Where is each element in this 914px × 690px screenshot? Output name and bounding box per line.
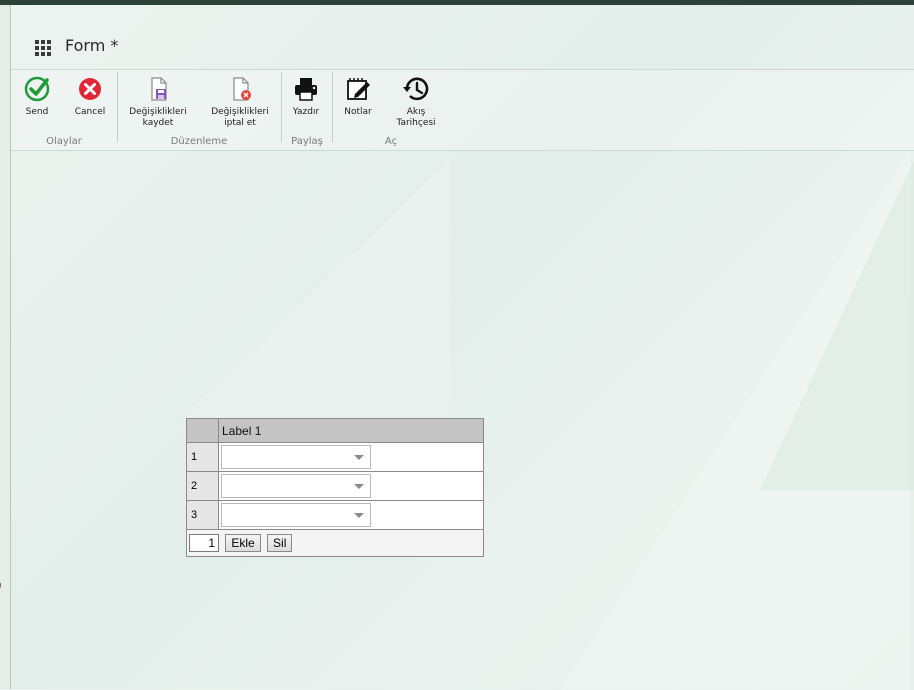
chevron-down-icon <box>354 513 364 518</box>
send-label: Send <box>25 107 49 117</box>
discard-changes-label-2: iptal et <box>224 118 256 128</box>
flow-history-label-1: Akış <box>406 107 426 117</box>
group-separator <box>332 72 333 142</box>
dropdown-select[interactable] <box>221 503 371 527</box>
app-grid-icon[interactable] <box>35 40 51 56</box>
group-label-open: Aç <box>384 136 398 147</box>
table-row: 2 <box>186 471 484 501</box>
save-file-icon <box>151 77 167 101</box>
table-footer-row: 1 Ekle Sil <box>186 529 484 557</box>
row-number: 2 <box>186 471 219 501</box>
table-header-row: Label 1 <box>186 418 484 443</box>
check-circle-icon <box>24 76 50 102</box>
column-header: Label 1 <box>218 418 484 443</box>
row-number: 1 <box>186 442 219 472</box>
table-row: 1 <box>186 442 484 472</box>
notes-label: Notlar <box>344 107 372 117</box>
repeating-table: Label 1 1 2 3 1 Ekle Sil <box>186 418 484 557</box>
background-facet <box>760 160 914 490</box>
group-label-events: Olaylar <box>46 136 82 147</box>
table-row: 3 <box>186 500 484 530</box>
print-button[interactable]: Yazdır <box>287 74 325 118</box>
chevron-down-icon <box>354 455 364 460</box>
printer-icon <box>295 78 317 101</box>
notes-icon <box>347 78 370 100</box>
row-count-input[interactable]: 1 <box>189 534 219 552</box>
discard-changes-button[interactable]: Değişiklikleri iptal et <box>207 74 273 129</box>
table-footer: 1 Ekle Sil <box>186 529 484 557</box>
dropdown-select[interactable] <box>221 474 371 498</box>
form-header: Form * <box>11 5 914 70</box>
table-cell <box>218 500 484 530</box>
flow-history-button[interactable]: Akış Tarihçesi <box>391 74 441 129</box>
add-row-button[interactable]: Ekle <box>225 534 261 552</box>
page-title: Form * <box>65 36 119 55</box>
cancel-button[interactable]: Cancel <box>69 74 111 118</box>
table-cell <box>218 442 484 472</box>
notes-button[interactable]: Notlar <box>338 74 378 118</box>
history-icon <box>403 77 429 101</box>
discard-file-icon <box>233 77 251 101</box>
save-changes-button[interactable]: Değişiklikleri kaydet <box>125 74 191 129</box>
group-label-share: Paylaş <box>291 136 323 147</box>
x-circle-icon <box>79 78 101 100</box>
discard-changes-label-1: Değişiklikleri <box>211 107 269 117</box>
table-cell <box>218 471 484 501</box>
background-facet <box>180 160 450 420</box>
cancel-label: Cancel <box>74 107 106 117</box>
corner-cell <box>186 418 219 443</box>
ribbon-toolbar: Send Cancel Değişiklikleri kaydet Değişi… <box>11 70 914 151</box>
left-edge-glyph: ) <box>0 578 2 592</box>
flow-history-label-2: Tarihçesi <box>396 118 436 128</box>
group-separator <box>281 72 282 142</box>
row-number: 3 <box>186 500 219 530</box>
group-label-editing: Düzenleme <box>170 136 228 147</box>
chevron-down-icon <box>354 484 364 489</box>
save-changes-label-1: Değişiklikleri <box>129 107 187 117</box>
send-button[interactable]: Send <box>16 74 58 118</box>
dropdown-select[interactable] <box>221 445 371 469</box>
save-changes-label-2: kaydet <box>142 118 174 128</box>
remove-row-button[interactable]: Sil <box>267 534 293 552</box>
group-separator <box>117 72 118 142</box>
print-label: Yazdır <box>292 107 320 117</box>
